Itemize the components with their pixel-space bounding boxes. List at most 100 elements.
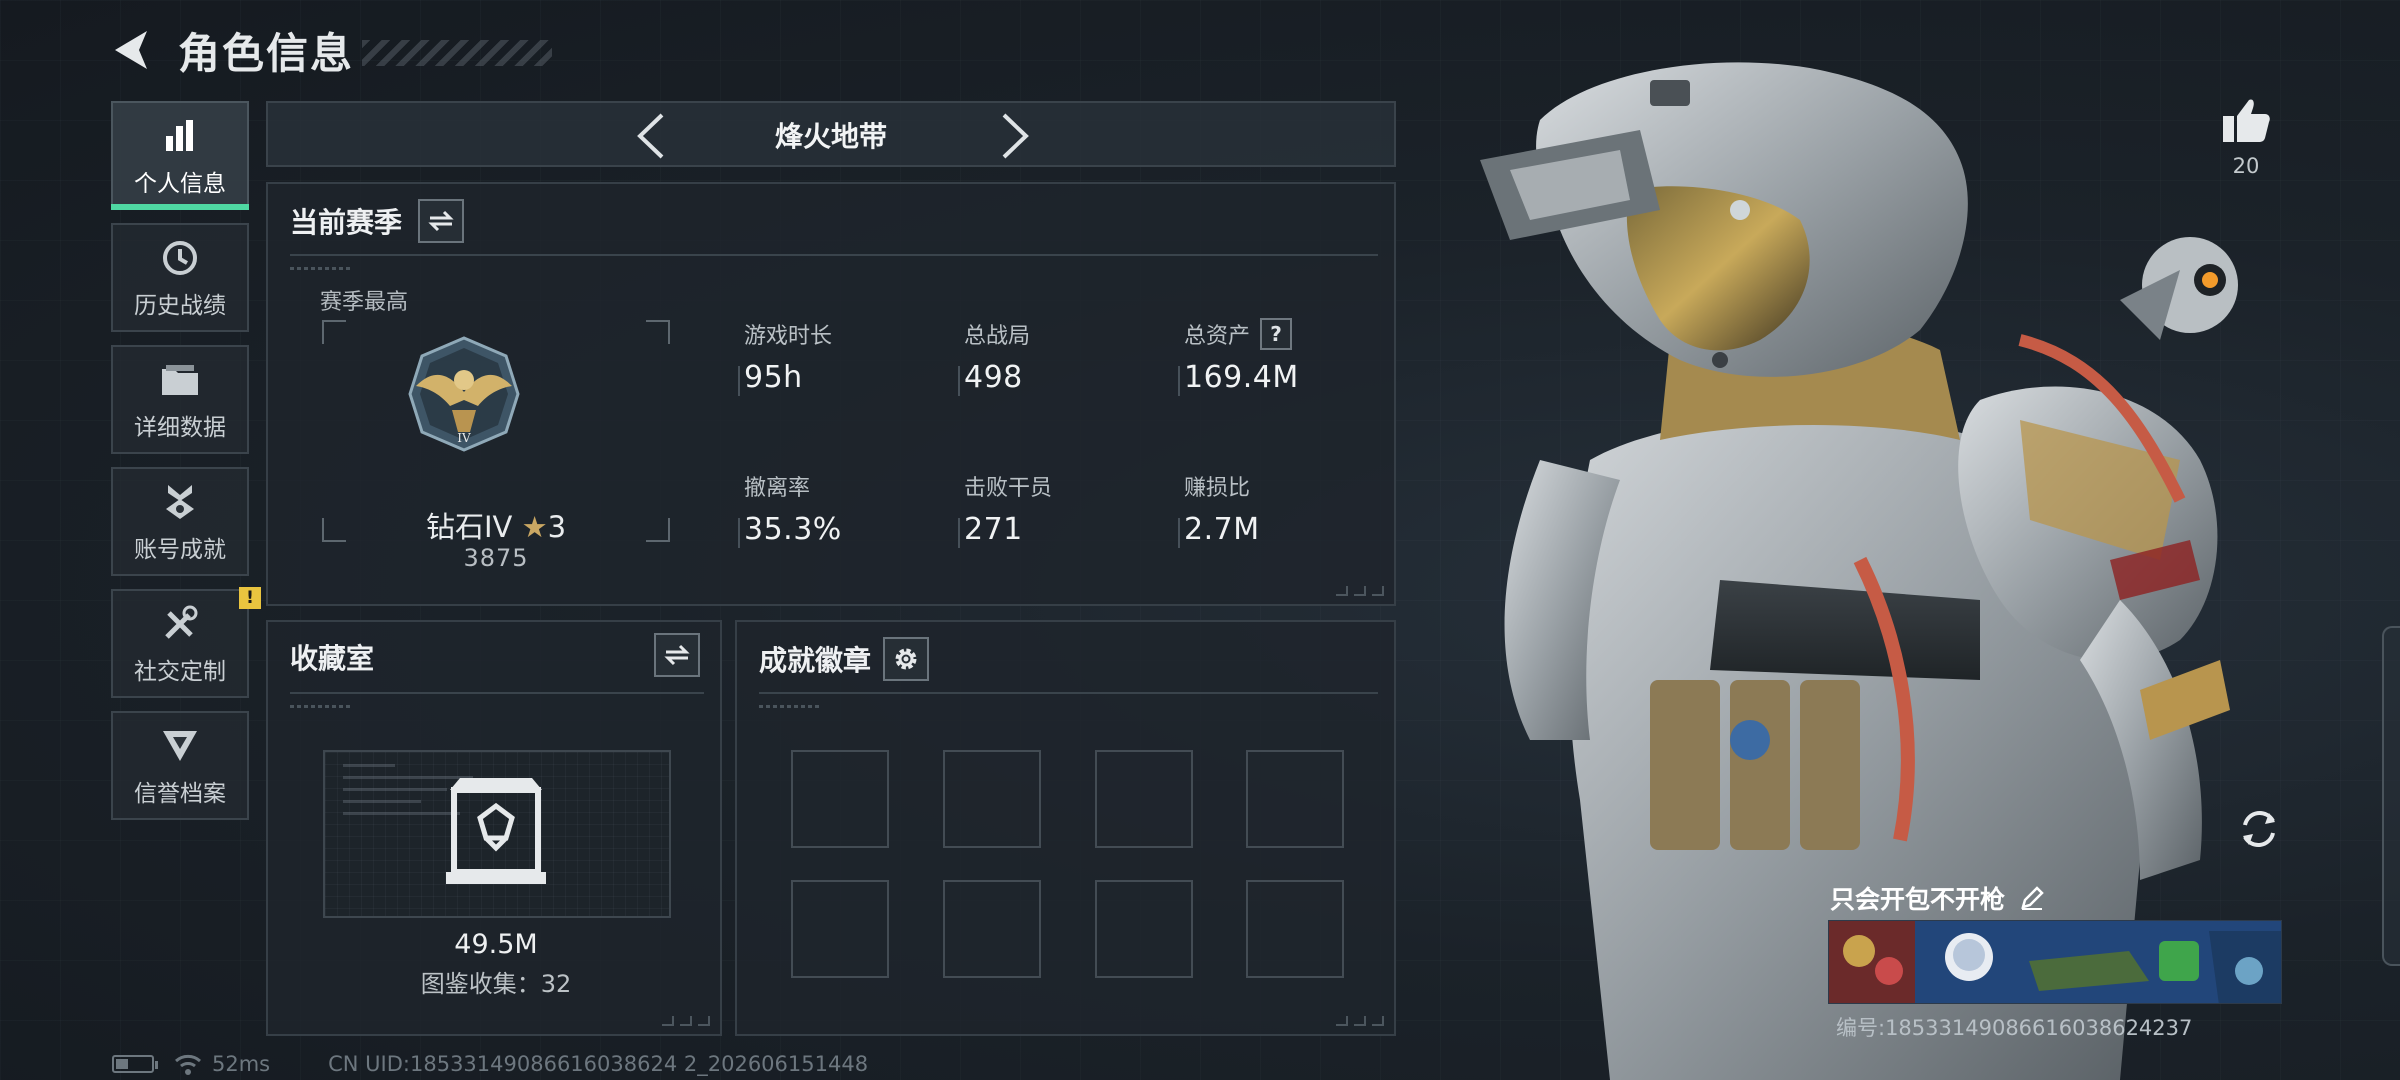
sidebar-item-label: 信誉档案	[134, 780, 226, 807]
collection-switch-button[interactable]	[654, 633, 700, 677]
rank-title: 钻石IV ★3	[268, 504, 724, 546]
stat-value: 271	[964, 512, 1023, 547]
season-switch-button[interactable]	[418, 199, 465, 243]
back-arrow-icon[interactable]	[108, 27, 154, 73]
bar-chart-icon	[162, 114, 198, 158]
chevron-right-icon	[1002, 113, 1029, 159]
badge-slot[interactable]	[1246, 880, 1344, 978]
gear-icon	[895, 648, 917, 670]
edit-pencil-icon[interactable]	[2019, 885, 2045, 911]
sidebar-item-detailed-data[interactable]: 详细数据	[111, 345, 249, 454]
help-icon[interactable]: ?	[1260, 318, 1293, 350]
stat-play-time: 游戏时长 95h	[737, 318, 833, 396]
badge-slot[interactable]	[1246, 750, 1344, 848]
season-title: 当前赛季	[290, 206, 403, 239]
divider-decoration	[290, 705, 350, 708]
rank-name: 钻石IV	[425, 510, 513, 544]
swap-icon	[428, 210, 454, 232]
uid-text: CN UID:18533149086616038624 2_2026061514…	[328, 1052, 869, 1076]
sidebar-item-history[interactable]: 历史战绩	[111, 223, 249, 332]
battery-icon	[112, 1055, 158, 1073]
achievement-settings-button[interactable]	[883, 637, 930, 681]
tools-icon	[161, 602, 199, 646]
stat-profit-loss: 赚损比 2.7M	[1178, 470, 1260, 548]
current-season-panel: 当前赛季 赛季最高 IV 钻石IV ★3 3875 游戏时长 95h 总战局 4…	[266, 182, 1396, 606]
side-drawer-handle[interactable]	[2382, 626, 2400, 966]
title-decoration	[362, 40, 553, 66]
sidebar-item-credit-record[interactable]: 信誉档案	[111, 711, 249, 820]
name-card-banner[interactable]	[1828, 920, 2282, 1004]
stat-label: 总战局	[964, 324, 1031, 349]
achievement-badges-panel: 成就徽章	[735, 620, 1396, 1036]
stat-value: 169.4M	[1184, 360, 1299, 395]
divider	[290, 692, 704, 694]
player-name: 只会开包不开枪	[1830, 885, 2006, 914]
rank-score: 3875	[463, 544, 529, 572]
name-card-artwork	[1829, 921, 2281, 1003]
medal-icon	[162, 480, 198, 524]
sidebar-nav: 个人信息 历史战绩 详细数据 账号成就 ! 社交定制 信誉档案	[111, 101, 261, 833]
badge-slot[interactable]	[1095, 880, 1193, 978]
season-best-label: 赛季最高	[320, 290, 409, 315]
name-card-header: 只会开包不开枪	[1830, 880, 2045, 916]
rank-stars: 3	[547, 510, 567, 544]
stat-total-matches: 总战局 498	[957, 318, 1031, 396]
star-icon: ★	[521, 510, 548, 544]
panel-corner-decoration	[1336, 586, 1384, 596]
sidebar-item-social-custom[interactable]: ! 社交定制	[111, 587, 261, 698]
stat-label-row: 总资产 ?	[1184, 318, 1299, 350]
sidebar-item-personal-info[interactable]: 个人信息	[111, 101, 249, 210]
ping-value: 52ms	[212, 1052, 271, 1076]
badge-slot[interactable]	[943, 880, 1041, 978]
history-clock-icon	[161, 236, 199, 280]
stat-label: 撤离率	[744, 476, 811, 501]
shield-emblem-icon	[161, 724, 199, 768]
panel-corner-decoration	[662, 1016, 710, 1026]
collection-value: 49.5M	[454, 929, 538, 960]
status-bar: 52ms CN UID:18533149086616038624 2_20260…	[112, 1052, 868, 1076]
stat-value: 498	[964, 360, 1023, 395]
stat-value: 2.7M	[1184, 512, 1260, 547]
stat-operators-defeated: 击败干员 271	[957, 470, 1052, 548]
achievement-header: 成就徽章	[759, 637, 930, 681]
diamond-rank-emblem-icon: IV	[408, 336, 520, 452]
stat-label: 赚损比	[1184, 476, 1251, 501]
like-button[interactable]: 20	[2214, 96, 2278, 178]
stat-value: 95h	[744, 360, 803, 395]
divider-decoration	[759, 705, 819, 708]
stat-extract-rate: 撤离率 35.3%	[738, 470, 842, 548]
collection-title: 收藏室	[290, 642, 375, 675]
sidebar-item-achievements[interactable]: 账号成就	[111, 467, 249, 576]
page-title: 角色信息	[178, 28, 355, 78]
sidebar-item-label: 账号成就	[134, 536, 226, 563]
divider	[290, 254, 1378, 256]
showcase-cabinet-icon	[446, 778, 546, 884]
badge-slot[interactable]	[791, 750, 889, 848]
folder-icon	[160, 358, 200, 402]
panel-corner-decoration	[1336, 1016, 1384, 1026]
wifi-icon	[175, 1054, 201, 1075]
like-count: 20	[2232, 154, 2260, 178]
season-header: 当前赛季	[290, 199, 465, 243]
achievement-title: 成就徽章	[759, 644, 872, 677]
collection-panel: 收藏室 49.5M 图鉴收集：32	[266, 620, 722, 1036]
next-mode-button[interactable]	[990, 111, 1040, 161]
card-id: 编号:18533149086616038624237	[1836, 1016, 2193, 1040]
sidebar-item-label: 详细数据	[134, 414, 226, 441]
badge-slot[interactable]	[791, 880, 889, 978]
stat-total-assets: 总资产 ? 169.4M	[1178, 318, 1299, 396]
badge-slot[interactable]	[1095, 750, 1193, 848]
swap-icon	[664, 644, 690, 666]
sidebar-item-label: 历史战绩	[134, 292, 226, 319]
mode-name: 烽火地带	[774, 120, 887, 153]
svg-text:IV: IV	[457, 431, 471, 445]
stat-value: 35.3%	[744, 512, 842, 547]
badge-slot[interactable]	[943, 750, 1041, 848]
divider	[759, 692, 1378, 694]
divider-decoration	[290, 267, 350, 270]
collection-header: 收藏室	[290, 637, 374, 677]
rotate-refresh-icon[interactable]	[2233, 803, 2285, 855]
sidebar-item-label: 个人信息	[134, 170, 226, 197]
stat-label: 游戏时长	[744, 324, 833, 349]
warning-badge: !	[239, 587, 261, 609]
